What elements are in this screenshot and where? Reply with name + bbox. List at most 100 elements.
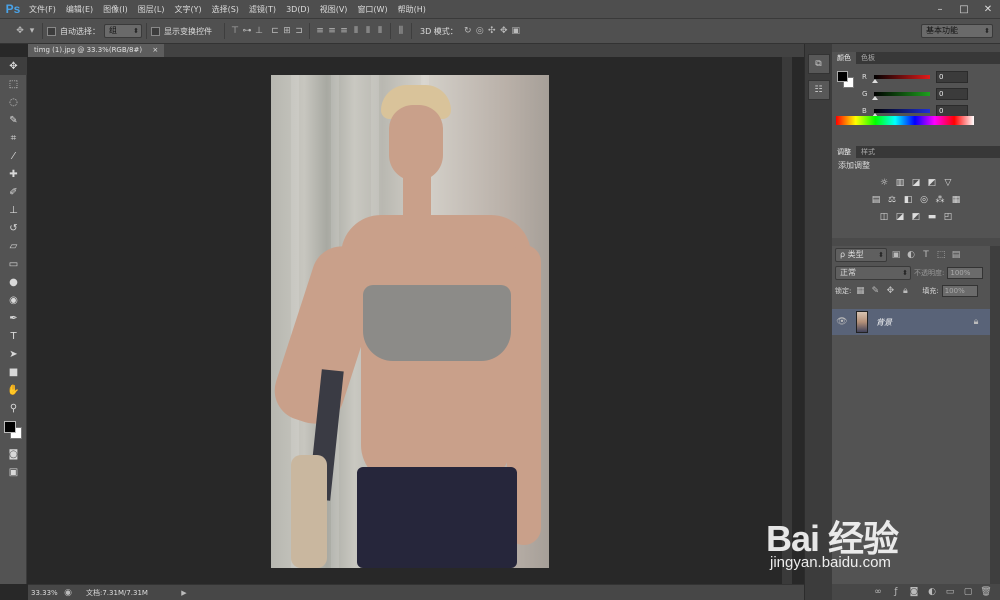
menu-edit[interactable]: 编辑(E) — [61, 0, 98, 19]
lock-transparent-icon[interactable]: ▦ — [854, 285, 866, 297]
healing-brush-tool-icon[interactable]: ✚ — [0, 165, 27, 183]
brightness-icon[interactable]: ☼ — [878, 177, 890, 189]
color-lookup-icon[interactable]: ▦ — [950, 194, 962, 206]
align-left-icon[interactable]: ⊏ — [269, 25, 281, 37]
layers-scrollbar[interactable] — [990, 246, 1000, 584]
opacity-input[interactable]: 100% — [947, 267, 984, 279]
eyedropper-tool-icon[interactable]: ⁄ — [0, 147, 27, 165]
eraser-tool-icon[interactable]: ▱ — [0, 237, 27, 255]
brush-tool-icon[interactable]: ✐ — [0, 183, 27, 201]
align-bottom-icon[interactable]: ⊥ — [253, 25, 265, 37]
channel-mixer-icon[interactable]: ⁂ — [934, 194, 946, 206]
screen-mode-icon[interactable]: ▣ — [0, 463, 27, 481]
distribute-left-icon[interactable]: ⫴ — [350, 25, 362, 37]
move-tool-icon[interactable]: ✥ — [0, 57, 27, 75]
foreground-color-swatch[interactable] — [4, 421, 16, 433]
color-balance-icon[interactable]: ⚖ — [886, 194, 898, 206]
invert-icon[interactable]: ◫ — [878, 211, 890, 223]
layer-name[interactable]: 背景 — [876, 317, 892, 328]
color-fg-swatch[interactable] — [837, 71, 848, 82]
status-menu-arrow-icon[interactable]: ▶ — [178, 587, 190, 599]
exposure-icon[interactable]: ◩ — [926, 177, 938, 189]
rectangle-tool-icon[interactable]: ■ — [0, 363, 27, 381]
distribute-vcenter-icon[interactable]: ≡ — [326, 25, 338, 37]
lock-pixels-icon[interactable]: ✎ — [869, 285, 881, 297]
3d-rotate-icon[interactable]: ↻ — [462, 25, 474, 37]
hand-tool-icon[interactable]: ✋ — [0, 381, 27, 399]
tool-preset-chevron-icon[interactable]: ▾ — [26, 25, 38, 37]
green-slider[interactable] — [872, 91, 930, 100]
new-adjustment-icon[interactable]: ◐ — [926, 586, 938, 598]
link-layers-icon[interactable]: ∞ — [872, 586, 884, 598]
filter-adjust-icon[interactable]: ◐ — [905, 249, 917, 261]
3d-roll-icon[interactable]: ◎ — [474, 25, 486, 37]
menu-image[interactable]: 图像(I) — [98, 0, 133, 19]
document-tab[interactable]: timg (1).jpg @ 33.3%(RGB/8#) × — [28, 44, 165, 57]
tab-swatches[interactable]: 色板 — [856, 52, 880, 64]
pen-tool-icon[interactable]: ✒ — [0, 309, 27, 327]
auto-select-checkbox[interactable] — [47, 26, 56, 36]
color-swatches[interactable] — [0, 417, 27, 445]
clone-stamp-tool-icon[interactable]: ⊥ — [0, 201, 27, 219]
close-tab-icon[interactable]: × — [152, 46, 158, 54]
menu-window[interactable]: 窗口(W) — [352, 0, 392, 19]
layer-lock-icon[interactable]: 🔒︎ — [970, 316, 982, 328]
distribute-hcenter-icon[interactable]: ⫴ — [362, 25, 374, 37]
close-button[interactable]: ✕ — [976, 0, 1000, 19]
visibility-eye-icon[interactable]: 👁︎ — [836, 316, 848, 328]
tab-styles[interactable]: 样式 — [856, 146, 880, 158]
blur-tool-icon[interactable]: ● — [0, 273, 27, 291]
auto-align-icon[interactable]: ⫼ — [395, 25, 407, 37]
quick-select-tool-icon[interactable]: ✎ — [0, 111, 27, 129]
red-slider[interactable] — [872, 74, 930, 83]
filter-shape-icon[interactable]: ⬚ — [935, 249, 947, 261]
properties-panel-icon[interactable]: ☷ — [807, 80, 830, 100]
document-image[interactable] — [271, 75, 549, 568]
canvas-area[interactable] — [28, 57, 792, 584]
selective-color-icon[interactable]: ◰ — [942, 211, 954, 223]
green-value[interactable]: 0 — [936, 87, 968, 100]
vibrance-icon[interactable]: ▽ — [942, 177, 954, 189]
auto-select-dropdown[interactable]: 组 — [104, 24, 142, 38]
lasso-tool-icon[interactable]: ◌ — [0, 93, 27, 111]
zoom-tool-icon[interactable]: ⚲ — [0, 399, 27, 417]
new-group-icon[interactable]: ▭ — [944, 586, 956, 598]
blue-value[interactable]: 0 — [936, 104, 968, 117]
marquee-tool-icon[interactable]: ⬚ — [0, 75, 27, 93]
workspace-dropdown[interactable]: 基本功能 — [921, 24, 993, 38]
menu-select[interactable]: 选择(S) — [207, 0, 244, 19]
show-transform-checkbox[interactable] — [151, 26, 160, 36]
posterize-icon[interactable]: ◪ — [894, 211, 906, 223]
align-right-icon[interactable]: ⊐ — [293, 25, 305, 37]
maximize-button[interactable]: □ — [952, 0, 976, 19]
delete-layer-icon[interactable]: 🗑︎ — [980, 586, 992, 598]
red-value[interactable]: 0 — [936, 70, 968, 83]
curves-icon[interactable]: ◪ — [910, 177, 922, 189]
gradient-tool-icon[interactable]: ▭ — [0, 255, 27, 273]
layer-style-icon[interactable]: ƒ — [890, 586, 902, 598]
gradient-map-icon[interactable]: ▬ — [926, 211, 938, 223]
3d-slide-icon[interactable]: ✥ — [498, 25, 510, 37]
filter-type-icon[interactable]: T — [920, 249, 932, 261]
color-spectrum[interactable] — [836, 116, 974, 125]
menu-help[interactable]: 帮助(H) — [393, 0, 431, 19]
dodge-tool-icon[interactable]: ◉ — [0, 291, 27, 309]
quick-mask-icon[interactable]: ◙ — [0, 445, 27, 463]
fill-input[interactable]: 100% — [941, 285, 978, 297]
status-options-icon[interactable]: ◉ — [62, 587, 74, 599]
filter-smart-icon[interactable]: ▤ — [950, 249, 962, 261]
align-vcenter-icon[interactable]: ⊶ — [241, 25, 253, 37]
black-white-icon[interactable]: ◧ — [902, 194, 914, 206]
menu-type[interactable]: 文字(Y) — [169, 0, 206, 19]
blue-slider[interactable] — [872, 108, 930, 117]
lock-position-icon[interactable]: ✥ — [884, 285, 896, 297]
filter-pixel-icon[interactable]: ▣ — [890, 249, 902, 261]
menu-file[interactable]: 文件(F) — [24, 0, 61, 19]
tab-adjustments[interactable]: 调整 — [832, 146, 856, 158]
minimize-button[interactable]: – — [928, 0, 952, 19]
levels-icon[interactable]: ▥ — [894, 177, 906, 189]
photo-filter-icon[interactable]: ◎ — [918, 194, 930, 206]
distribute-top-icon[interactable]: ≡ — [314, 25, 326, 37]
vertical-scrollbar[interactable] — [782, 57, 792, 584]
hue-saturation-icon[interactable]: ▤ — [870, 194, 882, 206]
